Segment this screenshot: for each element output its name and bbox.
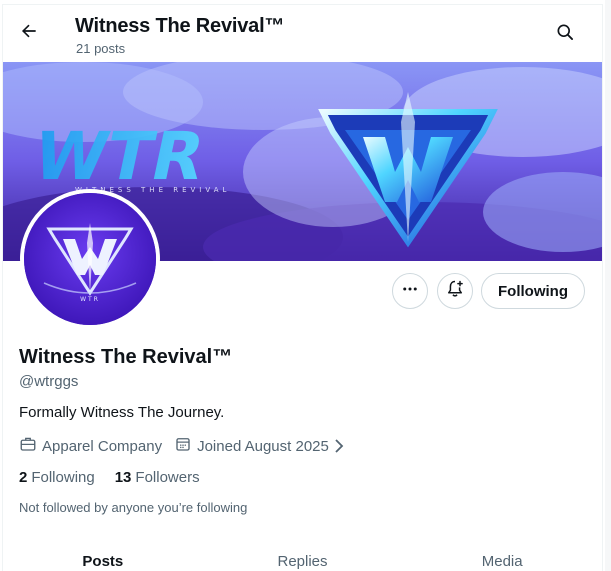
followers-count: 13: [114, 469, 132, 486]
scrollbar[interactable]: [605, 0, 611, 571]
back-button[interactable]: [11, 15, 47, 51]
svg-text:WTR: WTR: [27, 118, 212, 195]
avatar-logo-icon: WTR: [24, 193, 156, 325]
category-label: Apparel Company: [42, 437, 163, 455]
profile-name: Witness The Revival™: [19, 346, 233, 368]
following-button[interactable]: Following: [481, 273, 585, 309]
profile-bio: Formally Witness The Journey.: [19, 404, 225, 421]
chevron-right-icon: [333, 438, 350, 454]
more-options-button[interactable]: [392, 273, 428, 309]
profile-meta: Apparel Company Joined August 2025: [19, 435, 362, 457]
profile-handle: @wtrggs: [19, 373, 79, 390]
avatar[interactable]: WTR: [20, 189, 160, 329]
tab-media[interactable]: Media: [402, 540, 602, 571]
profile-tabs: Posts Replies Media: [3, 540, 602, 571]
tab-posts[interactable]: Posts: [3, 540, 203, 571]
profile-header: Witness The Revival™ 21 posts: [3, 5, 602, 61]
category-item: Apparel Company: [19, 435, 162, 457]
follow-counts: 2 Following 13 Followers: [19, 469, 220, 486]
joined-date-label: Joined August 2025: [197, 437, 329, 455]
following-count-link[interactable]: 2 Following: [19, 469, 95, 486]
followers-count-label: Followers: [135, 469, 200, 486]
followers-count-link[interactable]: 13 Followers: [115, 469, 200, 486]
bell-plus-icon: [445, 279, 465, 304]
profile-page: Witness The Revival™ 21 posts WTR WITNES…: [2, 4, 603, 571]
header-title: Witness The Revival™: [75, 15, 285, 37]
following-count-label: Following: [31, 469, 95, 486]
calendar-icon: [174, 435, 197, 457]
header-posts-count: 21 posts: [76, 41, 126, 56]
back-arrow-icon: [19, 21, 39, 46]
following-count: 2: [19, 469, 28, 486]
followed-by-note: Not followed by anyone you’re following: [19, 500, 248, 515]
more-icon: [401, 280, 419, 303]
search-button[interactable]: [548, 17, 582, 51]
notifications-button[interactable]: [437, 273, 473, 309]
avatar-monogram: WTR: [80, 296, 100, 303]
tab-replies[interactable]: Replies: [203, 540, 403, 571]
joined-date-link[interactable]: Joined August 2025: [174, 435, 350, 457]
briefcase-icon: [19, 435, 42, 457]
search-icon: [555, 22, 575, 47]
